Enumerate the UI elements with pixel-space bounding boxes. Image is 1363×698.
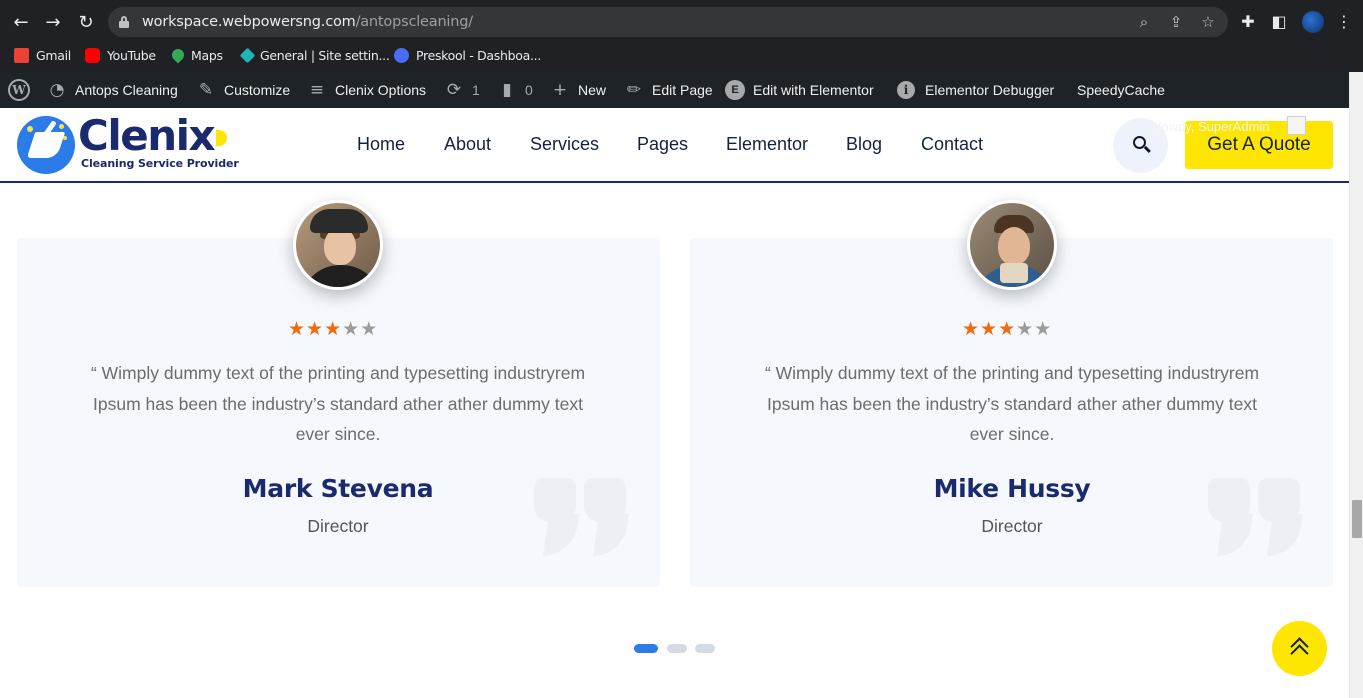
forward-arrow-icon[interactable]: → <box>42 12 64 34</box>
scrollbar-thumb[interactable] <box>1352 500 1362 538</box>
star-filled-icon: ★ <box>962 318 981 340</box>
extensions-puzzle-icon[interactable]: ✚ <box>1238 12 1258 32</box>
updates-refresh-icon: ⟳ <box>446 80 462 100</box>
share-icon[interactable]: ⇪ <box>1166 12 1186 32</box>
bookmark-general-settings[interactable]: General | Site settin... <box>239 46 390 64</box>
admin-elementor-debugger[interactable]: i Elementor Debugger <box>897 72 1054 108</box>
back-arrow-icon[interactable]: ← <box>10 12 32 34</box>
logo-tagline: Cleaning Service Provider <box>81 157 239 170</box>
reload-icon[interactable]: ↻ <box>75 12 97 34</box>
star-filled-icon: ★ <box>998 318 1017 340</box>
admin-edit-page[interactable]: ✏ Edit Page <box>624 72 713 108</box>
logo-accent <box>216 130 227 146</box>
diamond-icon <box>239 47 256 63</box>
bookmark-star-icon[interactable]: ☆ <box>1198 12 1218 32</box>
admin-clenix-options[interactable]: ≡ Clenix Options <box>307 72 426 108</box>
globe-icon <box>394 47 409 63</box>
address-bar[interactable]: workspace.webpowersng.com/antopscleaning… <box>108 7 1228 37</box>
star-empty-icon: ★ <box>342 318 361 340</box>
carousel-dot[interactable] <box>695 644 715 653</box>
pencil-icon: ✏ <box>626 80 642 100</box>
quote-mark-icon <box>1208 478 1303 556</box>
admin-comments[interactable]: ▮ 0 <box>497 72 532 108</box>
nav-elementor[interactable]: Elementor <box>726 134 808 156</box>
avatar <box>293 200 383 290</box>
side-panel-icon[interactable]: ◧ <box>1269 12 1289 32</box>
lock-icon <box>119 16 129 28</box>
star-filled-icon: ★ <box>288 318 307 340</box>
star-filled-icon: ★ <box>324 318 343 340</box>
avatar <box>967 200 1057 290</box>
quote-mark-icon <box>534 478 629 556</box>
comment-bubble-icon: ▮ <box>502 80 512 100</box>
wp-logo-menu[interactable]: W <box>8 72 30 108</box>
elementor-icon: E <box>725 80 745 100</box>
testimonial-role-1: Director <box>307 516 369 536</box>
bookmark-preskool[interactable]: Preskool - Dashboa... <box>394 46 541 64</box>
info-icon: i <box>897 81 915 99</box>
dashboard-gauge-icon: ◔ <box>49 80 65 100</box>
carousel-dot[interactable] <box>667 644 687 653</box>
admin-site-name[interactable]: ◔ Antops Cleaning <box>47 72 178 108</box>
more-menu-icon[interactable]: ⋮ <box>1334 12 1354 32</box>
url-text[interactable]: workspace.webpowersng.com/antopscleaning… <box>142 14 473 30</box>
plus-icon: + <box>552 80 568 100</box>
url-path: /antopscleaning/ <box>355 14 474 30</box>
youtube-icon <box>85 47 100 63</box>
star-filled-icon: ★ <box>980 318 999 340</box>
testimonial-name-1: Mark Stevena <box>242 474 434 503</box>
carousel-dot-active[interactable] <box>634 644 658 653</box>
admin-customize[interactable]: ✎ Customize <box>196 72 290 108</box>
howdy-user[interactable]: Howdy, SuperAdmin <box>1152 119 1270 134</box>
admin-speedycache[interactable]: SpeedyCache <box>1077 72 1165 108</box>
bookmark-gmail[interactable]: Gmail <box>14 46 71 64</box>
address-row: ← → ↻ workspace.webpowersng.com/antopscl… <box>0 4 1363 40</box>
testimonial-role-2: Director <box>981 516 1043 536</box>
maps-icon <box>169 46 187 64</box>
zoom-icon[interactable]: ⌕ <box>1134 12 1154 32</box>
star-empty-icon: ★ <box>1034 318 1053 340</box>
browser-chrome: ← → ↻ workspace.webpowersng.com/antopscl… <box>0 0 1363 72</box>
url-host: workspace.webpowersng.com <box>142 14 356 30</box>
nav-home[interactable]: Home <box>357 134 405 156</box>
testimonial-quote-2: “ Wimply dummy text of the printing and … <box>764 363 1260 444</box>
profile-avatar[interactable] <box>1302 11 1324 33</box>
bookmarks-bar: Gmail YouTube Maps General | Site settin… <box>0 42 1363 68</box>
star-empty-icon: ★ <box>360 318 379 340</box>
nav-blog[interactable]: Blog <box>846 134 882 156</box>
star-filled-icon: ★ <box>306 318 325 340</box>
admin-updates[interactable]: ⟳ 1 <box>444 72 480 108</box>
nav-pages[interactable]: Pages <box>637 134 688 156</box>
paintbrush-icon: ✎ <box>198 80 214 100</box>
testimonial-quote-1: “ Wimply dummy text of the printing and … <box>90 363 586 444</box>
menu-lines-icon: ≡ <box>309 80 325 100</box>
admin-edit-elementor[interactable]: E Edit with Elementor <box>725 72 874 108</box>
nav-about[interactable]: About <box>444 134 491 156</box>
bookmark-youtube[interactable]: YouTube <box>85 46 156 64</box>
nav-services[interactable]: Services <box>530 134 599 156</box>
testimonial-name-2: Mike Hussy <box>933 474 1091 503</box>
clenix-logo-icon[interactable] <box>17 116 75 174</box>
star-empty-icon: ★ <box>1016 318 1035 340</box>
bookmark-maps[interactable]: Maps <box>169 46 223 64</box>
site-header: Clenix Cleaning Service Provider Home Ab… <box>0 108 1349 183</box>
gmail-icon <box>14 47 29 63</box>
wp-admin-bar: W ◔ Antops Cleaning ✎ Customize ≡ Clenix Op… <box>0 72 1363 108</box>
nav-contact[interactable]: Contact <box>921 134 983 156</box>
admin-new[interactable]: + New <box>550 72 606 108</box>
logo-wordmark[interactable]: Clenix <box>78 114 216 158</box>
rating-stars-1: ★★★★★ <box>288 318 379 340</box>
wordpress-icon: W <box>8 79 30 101</box>
rating-stars-2: ★★★★★ <box>962 318 1053 340</box>
page-scrollbar[interactable] <box>1349 72 1363 698</box>
user-avatar-icon[interactable] <box>1287 116 1306 135</box>
scroll-to-top-button[interactable] <box>1272 621 1327 676</box>
carousel-pagination <box>634 644 716 653</box>
